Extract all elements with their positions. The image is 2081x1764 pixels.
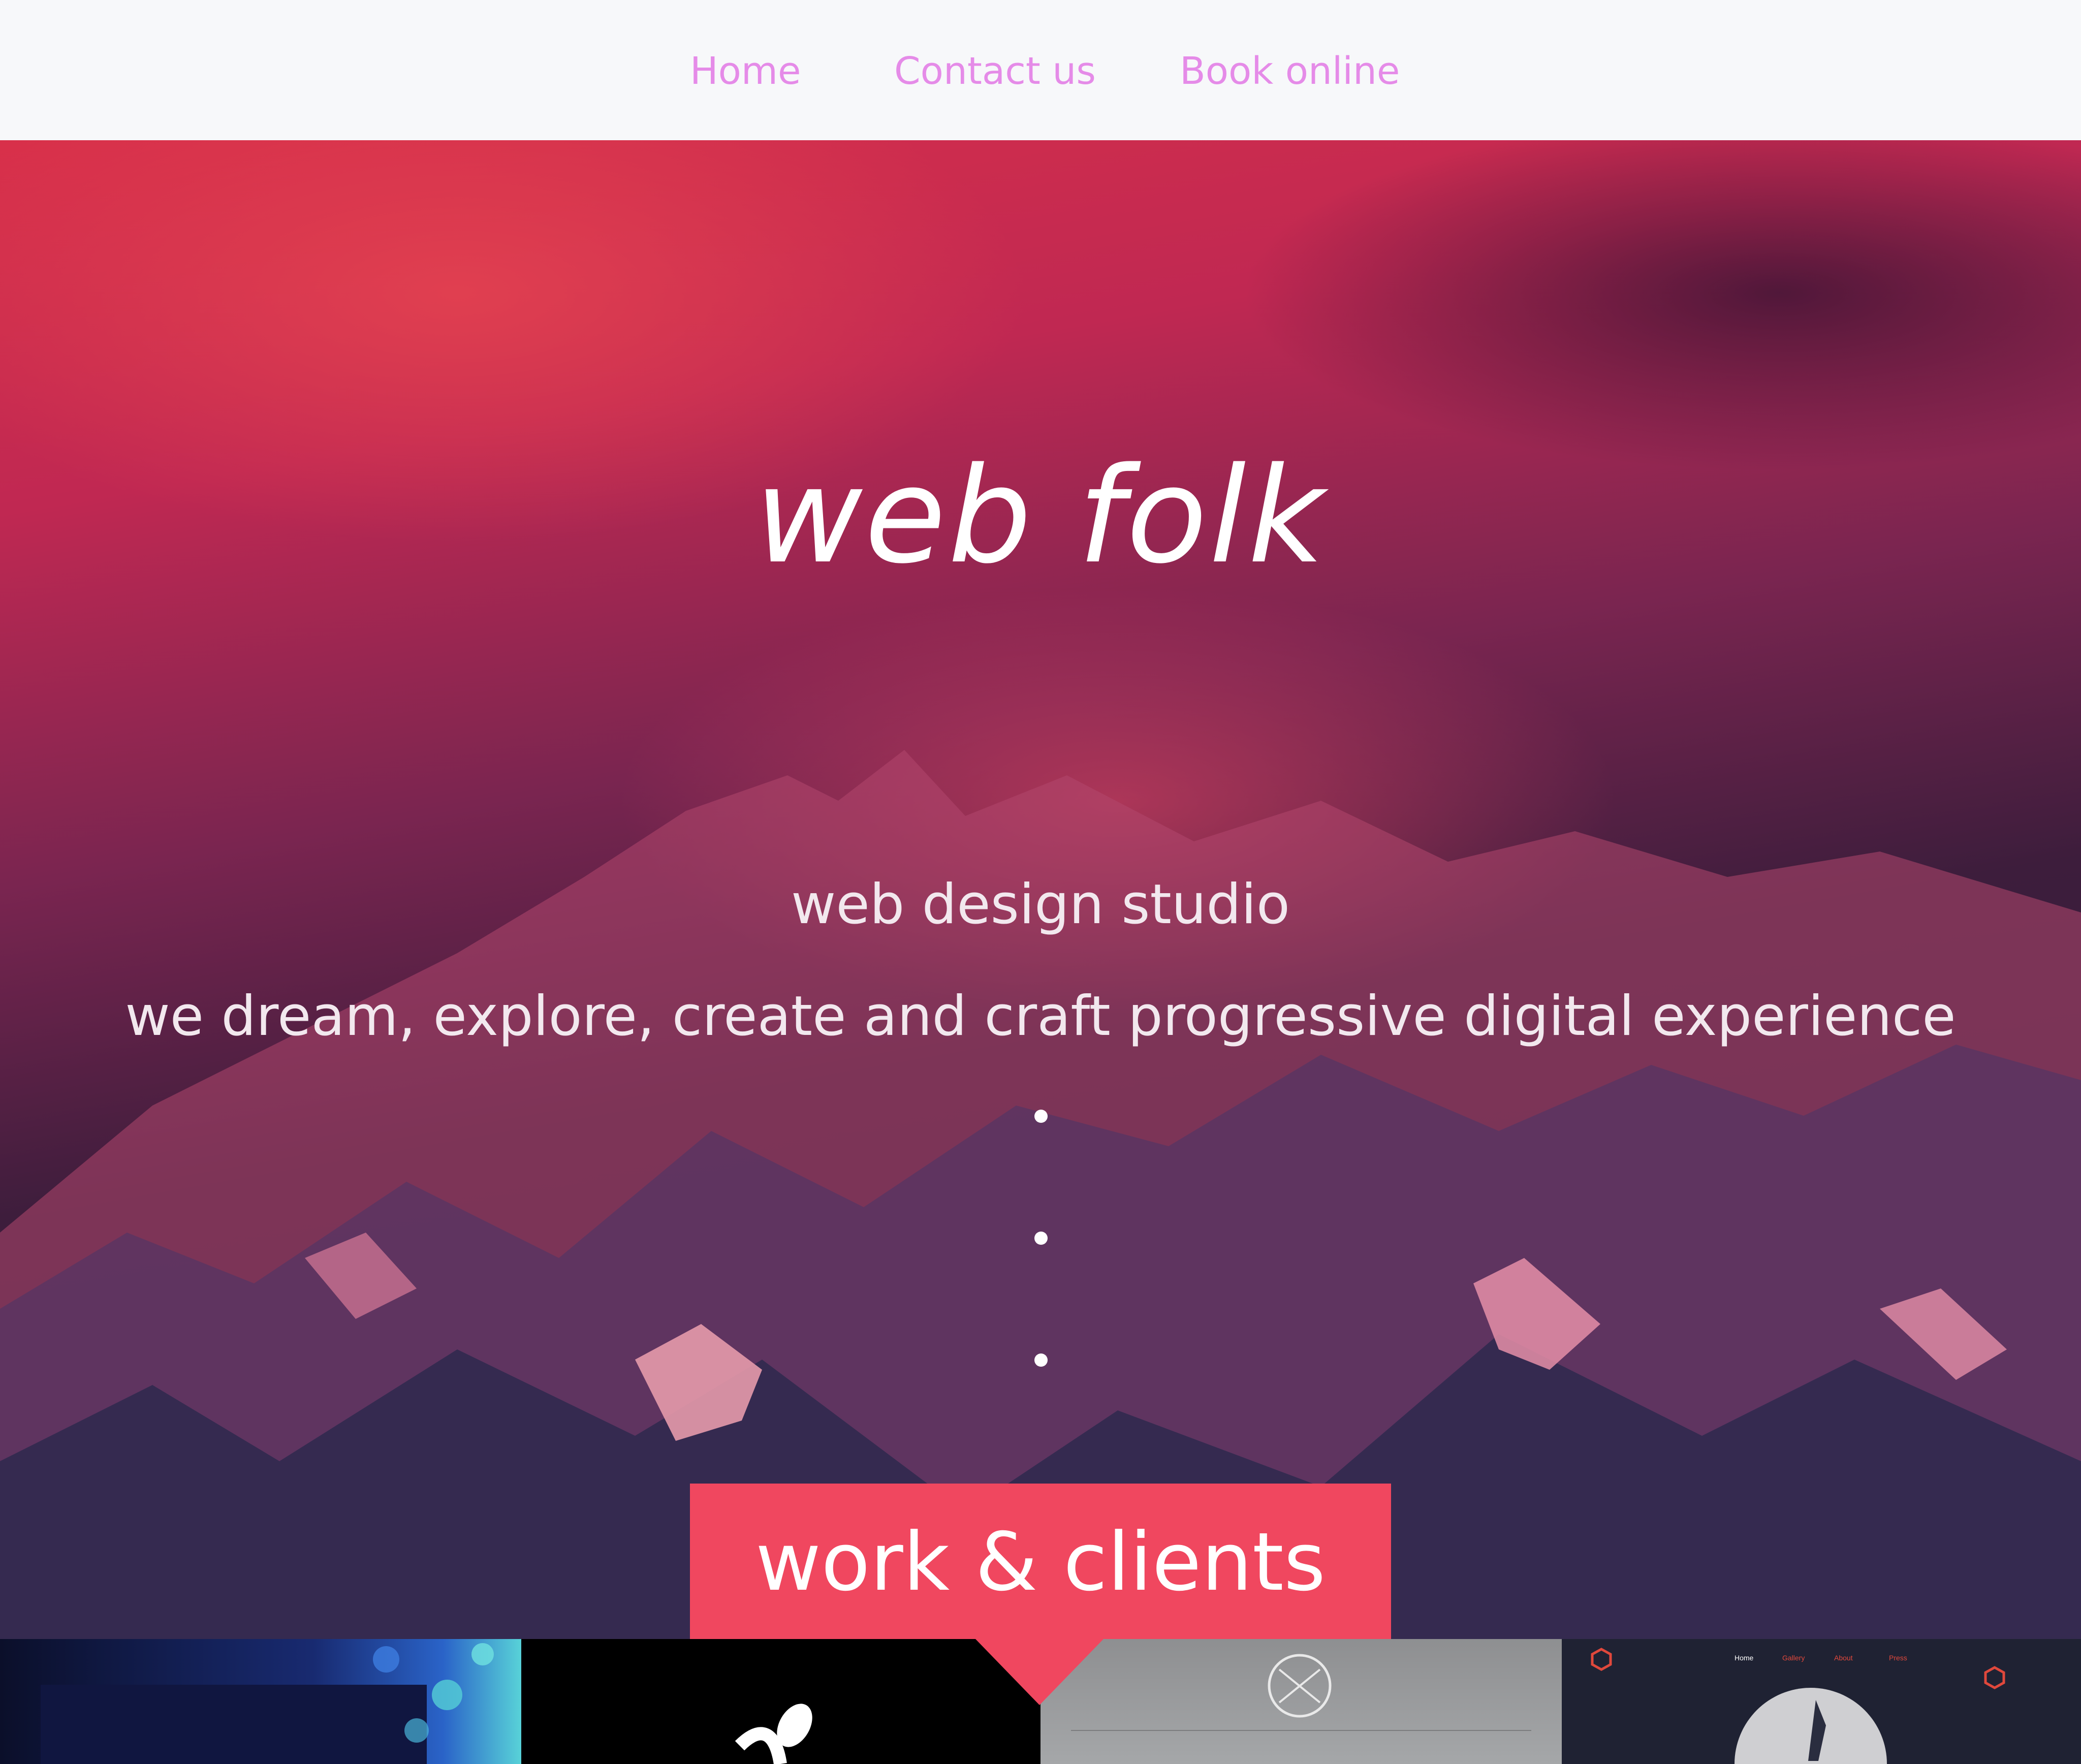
work-heading-pointer [975,1639,1103,1705]
preview-nav-gallery: Gallery [1782,1654,1805,1662]
logo-leaf-icon [735,1704,812,1764]
nav-book-online-link[interactable]: Book online [1180,46,1400,97]
hero-title: web folk [754,439,1327,593]
concrete-site-preview [1071,1654,1531,1731]
preview-nav-press: Press [1889,1654,1907,1662]
nav-contact-link[interactable]: Contact us [894,46,1096,97]
top-nav: Home Contact us Book online [0,0,2081,140]
hero-subtitle: web design studio [791,873,1290,936]
nav-home-link[interactable]: Home [690,46,801,97]
decorative-dot [1034,1110,1048,1123]
decorative-dot [1034,1232,1048,1245]
work-thumbnail[interactable] [521,1639,1040,1764]
preview-nav-home: Home [1735,1654,1754,1662]
bokeh-lights-image [41,1643,494,1764]
work-clients-heading: work & clients [690,1484,1391,1641]
decorative-dot [1034,1353,1048,1367]
hero-section: web folk web design studio we dream, exp… [0,140,2081,1640]
hero-tagline: we dream, explore, create and craft prog… [125,985,1956,1048]
preview-nav-about: About [1834,1654,1853,1662]
work-thumbnail[interactable] [1040,1639,1562,1764]
work-thumbnail[interactable] [0,1639,521,1764]
rocket-moon-site-preview: Home Gallery About Press [1591,1648,2005,1764]
work-thumbnail[interactable]: Home Gallery About Press [1562,1639,2081,1764]
